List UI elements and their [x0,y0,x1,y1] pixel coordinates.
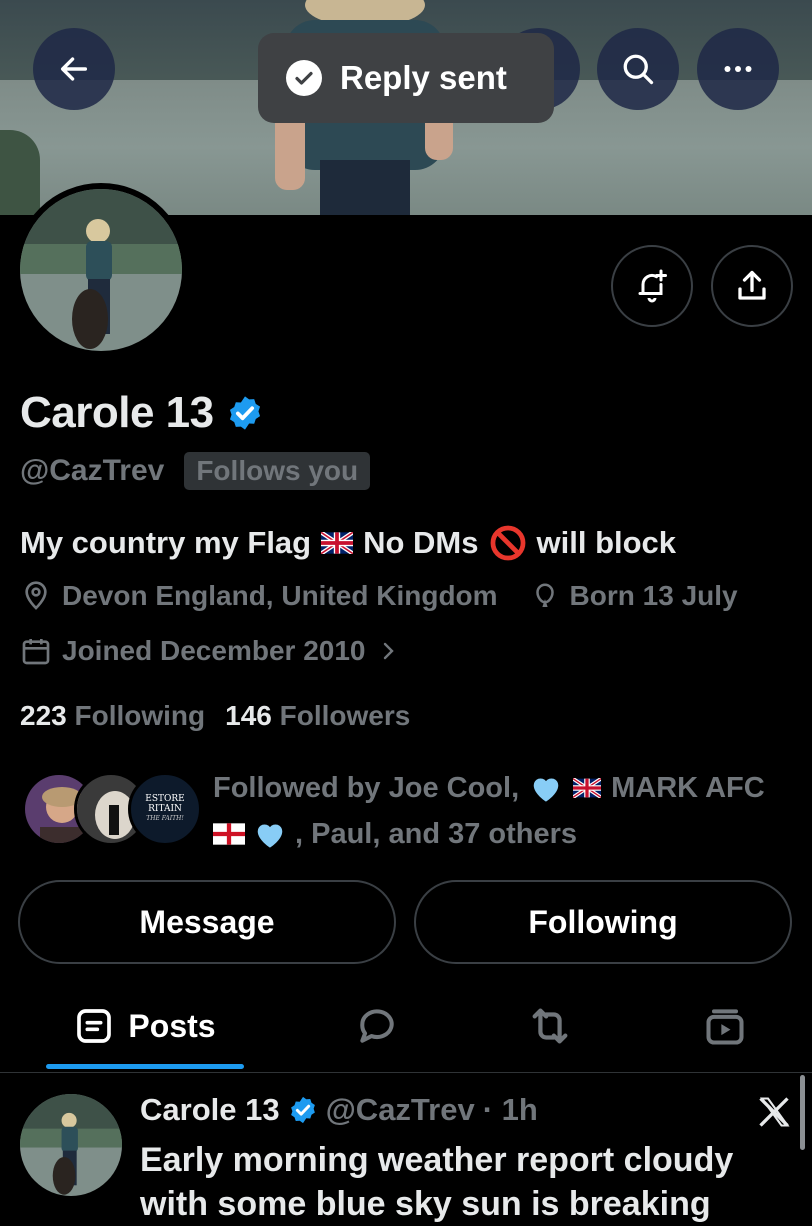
post-avatar-image [20,1094,122,1196]
location-pin-icon [25,581,47,610]
bio-text-2: No DMs [363,525,479,560]
following-button-label: Following [528,903,678,940]
profile-name: Carole 13 [20,388,214,437]
chevron-right-icon [383,642,394,660]
follow-counts: 223 Following 146 Followers [20,700,410,732]
profile-avatar[interactable] [14,183,188,357]
reply-bubble-icon [360,1009,394,1043]
birthday-text: Born 13 July [569,580,738,611]
active-tab-indicator [46,1064,244,1069]
bio-text-1: My country my Flag [20,525,312,560]
tab-media[interactable] [690,990,760,1062]
message-button-label: Message [139,903,275,940]
profile-bio: My country my Flag No DMs will block [20,524,676,562]
bell-plus-icon [638,269,667,303]
followers-count-link[interactable]: 146 Followers [225,700,410,732]
post-time: · 1h [482,1092,538,1127]
joined-row[interactable]: Joined December 2010 [20,635,400,667]
followed-by-text[interactable]: Followed by Joe Cool, MARK AFC , Paul, a… [213,765,803,857]
post-header: Carole 13 @CazTrev · 1h [140,1092,538,1128]
following-count-link[interactable]: 223 Following [20,700,205,732]
follows-you-badge: Follows you [184,452,371,490]
post-text-line2: with some blue sky sun is breaking [140,1185,711,1223]
post-author-handle[interactable]: @CazTrev [326,1092,475,1128]
profile-meta-row: Devon England, United Kingdom Born 13 Ju… [20,580,738,612]
verified-badge-icon [290,1096,315,1124]
following-count: 223 [20,700,67,731]
tab-posts[interactable]: Posts [46,990,244,1062]
avatar3-text-a: ESTORE [145,794,185,804]
followed-by-avatars[interactable]: ESTORE RITAIN THE FAITH! [22,772,202,848]
following-button[interactable]: Following [414,880,792,964]
joined-item[interactable]: Joined December 2010 [20,635,400,667]
location-item: Devon England, United Kingdom [20,580,498,612]
profile-handle: @CazTrev [20,454,165,487]
more-horizontal-icon [724,66,752,72]
tab-reposts[interactable] [515,990,585,1062]
reply-sent-toast: Reply sent [258,33,554,123]
profile-name-row: Carole 13 [20,388,264,438]
message-button[interactable]: Message [18,880,396,964]
bio-text-3: will block [536,525,677,560]
repost-icon [532,1008,568,1044]
uk-flag-icon [573,778,602,798]
share-profile-button[interactable] [711,245,793,327]
uk-flag-icon [321,532,354,554]
joined-text: Joined December 2010 [62,635,366,666]
prohibited-icon [490,525,525,561]
followed-by-line1: Followed by Joe Cool, [213,772,520,804]
posts-icon [77,1009,112,1043]
tab-posts-label: Posts [128,1007,216,1044]
light-blue-heart-icon [529,773,563,803]
location-text: Devon England, United Kingdom [62,580,498,611]
light-blue-heart-icon [253,819,287,849]
birthday-item: Born 13 July [530,580,738,612]
arrow-left-icon [60,57,88,81]
follower-avatar-3: ESTORE RITAIN THE FAITH! [128,772,202,846]
checkmark-circle-icon [286,60,322,96]
share-icon [738,270,766,300]
video-stack-icon [706,1009,744,1045]
balloon-icon [535,583,554,607]
tabs-divider [0,1072,812,1073]
search-button[interactable] [597,28,679,110]
verified-badge-icon [229,396,260,430]
avatar3-text-b: RITAIN [148,804,182,814]
post-author-name[interactable]: Carole 13 [140,1092,280,1128]
banner-shrub [0,130,40,215]
toast-text: Reply sent [340,59,507,96]
more-button[interactable] [697,28,779,110]
following-label: Following [74,700,206,731]
post-body[interactable]: Early morning weather report cloudy with… [140,1138,780,1226]
post-text-line1: Early morning weather report cloudy [140,1141,734,1179]
avatar3-text-c: THE FAITH! [146,815,184,822]
followers-label: Followers [279,700,411,731]
followed-by-line1b: MARK AFC [611,772,765,804]
x-logo-icon [756,1094,792,1140]
post-author-avatar[interactable] [20,1094,122,1196]
followed-by-line2: , Paul, and 37 others [295,818,578,850]
profile-avatar-image [20,189,182,351]
handle-row: @CazTrev Follows you [20,452,371,490]
scrollbar[interactable] [800,1075,805,1150]
notifications-button[interactable] [611,245,693,327]
followers-count: 146 [225,700,272,731]
tab-replies[interactable] [342,990,412,1062]
search-icon [623,54,654,85]
profile-tabs: Posts [0,990,812,1070]
england-flag-icon [213,823,245,845]
calendar-icon [22,639,50,665]
back-button[interactable] [33,28,115,110]
